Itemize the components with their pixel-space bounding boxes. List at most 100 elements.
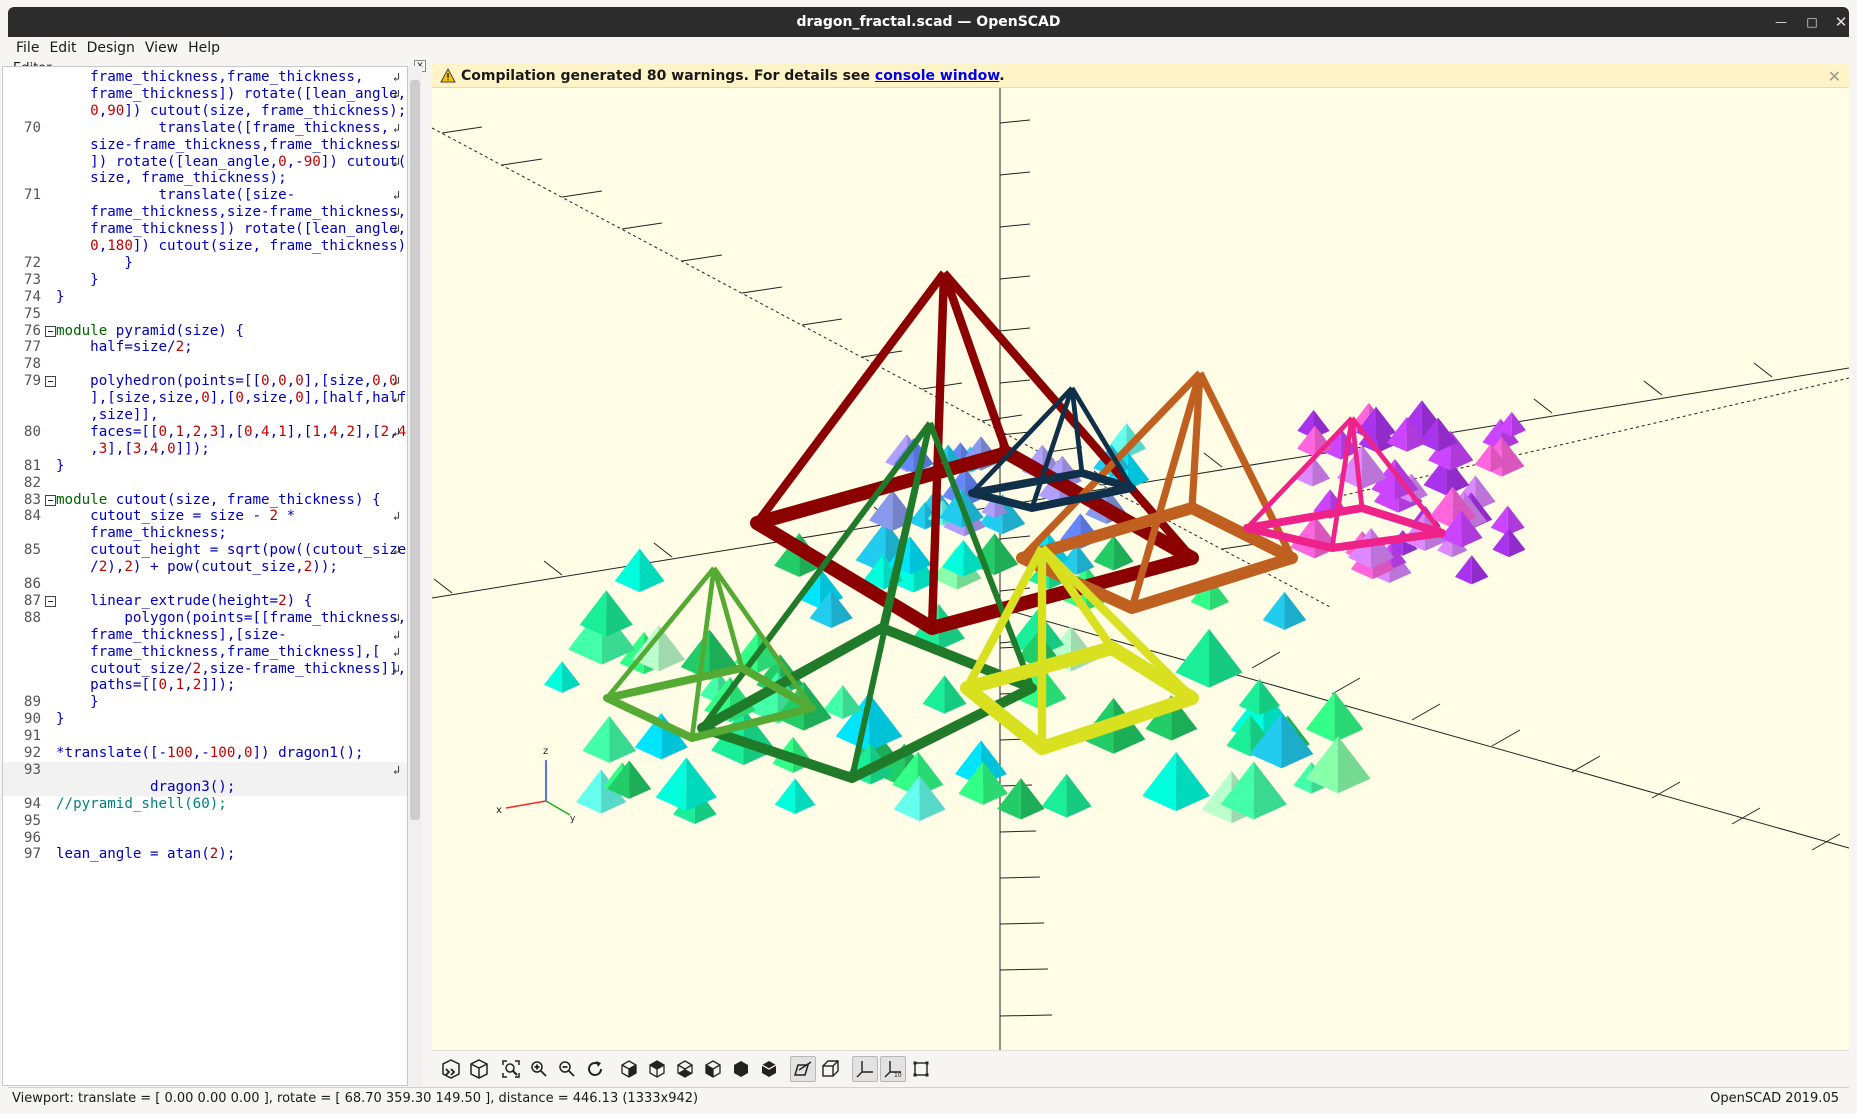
- code-line[interactable]: frame_thickness;: [3, 525, 407, 542]
- code-line[interactable]: 91: [3, 728, 407, 745]
- code-line[interactable]: 82: [3, 475, 407, 492]
- fold-marker-icon[interactable]: [45, 494, 56, 506]
- code-line[interactable]: 72 }: [3, 255, 407, 272]
- view-left-icon[interactable]: [700, 1056, 726, 1082]
- console-window-link[interactable]: console window: [875, 68, 999, 84]
- code-line[interactable]: frame_thickness,frame_thickness, ↲: [3, 69, 407, 86]
- code-line[interactable]: 88 polygon(points=[[frame_thickness, ↲: [3, 609, 407, 627]
- code-line[interactable]: 81}: [3, 458, 407, 475]
- code-line[interactable]: 93 ↲: [3, 761, 407, 779]
- 3d-viewport[interactable]: z x y: [432, 88, 1849, 1050]
- pyramid-face: [1511, 411, 1526, 437]
- code-line[interactable]: 92 *translate([-100,-100,0]) dragon1();: [3, 745, 407, 762]
- view-right-icon[interactable]: [616, 1056, 642, 1082]
- code-line[interactable]: 70 translate([frame_thickness, ↲: [3, 120, 407, 137]
- code-line[interactable]: ,3],[3,4,0]]);: [3, 441, 407, 458]
- editor-scrollbar[interactable]: [408, 66, 422, 1086]
- view-all-icon[interactable]: [498, 1056, 524, 1082]
- code-line[interactable]: 76 module pyramid(size) {: [3, 323, 407, 340]
- code-line[interactable]: 0,180]) cutout(size, frame_thickness);: [3, 238, 407, 255]
- code-line[interactable]: 84 cutout_size = size - 2 * ↲: [3, 508, 407, 525]
- code-line[interactable]: 89 }: [3, 694, 407, 711]
- code-line[interactable]: size-frame_thickness,frame_thickness ↲: [3, 137, 407, 154]
- zoom-in-icon[interactable]: [526, 1056, 552, 1082]
- code-line[interactable]: ]) rotate([lean_angle,0,-90]) cutout(↲: [3, 154, 407, 171]
- code-line[interactable]: ,size]],: [3, 407, 407, 424]
- show-axes-icon[interactable]: [852, 1056, 878, 1082]
- show-scale-markers-icon[interactable]: 10: [880, 1056, 906, 1082]
- code-line[interactable]: 79 polyhedron(points=[[0,0,0],[size,0,0 ↲: [3, 373, 407, 390]
- close-icon[interactable]: ✕: [1826, 7, 1856, 37]
- code-line[interactable]: 86: [3, 576, 407, 593]
- code-line[interactable]: cutout_size/2,size-frame_thickness]], ↲: [3, 661, 407, 678]
- preview-icon[interactable]: [438, 1056, 464, 1082]
- code-line[interactable]: 83 module cutout(size, frame_thickness) {: [3, 492, 407, 509]
- code-line[interactable]: 74}: [3, 289, 407, 306]
- x-scale-tick: [1411, 703, 1441, 721]
- code-text: }: [56, 711, 65, 728]
- code-line[interactable]: 85 cutout_height = sqrt(pow((cutout_size…: [3, 542, 407, 559]
- menu-bar: File Edit Design View Help: [8, 37, 1849, 59]
- code-line[interactable]: /2),2) + pow(cutout_size,2));: [3, 559, 407, 576]
- code-line[interactable]: 97 lean_angle = atan(2);: [3, 846, 407, 863]
- x-scale-tick: [1571, 755, 1601, 773]
- view-front-icon[interactable]: [728, 1056, 754, 1082]
- fold-marker-icon[interactable]: [45, 595, 56, 607]
- code-editor[interactable]: frame_thickness,frame_thickness, ↲ frame_…: [2, 66, 408, 1086]
- code-line[interactable]: frame_thickness],[size- ↲: [3, 627, 407, 644]
- code-line[interactable]: 87 linear_extrude(height=2) {: [3, 593, 407, 610]
- code-line[interactable]: 73 }: [3, 272, 407, 289]
- x-scale-tick: [1331, 677, 1361, 695]
- axis-label-y: y: [570, 814, 576, 824]
- code-line[interactable]: frame_thickness]) rotate([lean_angle, ↲: [3, 86, 407, 103]
- menu-file[interactable]: File: [8, 37, 44, 59]
- code-line[interactable]: 75: [3, 306, 407, 323]
- pyramid-face: [629, 760, 652, 799]
- view-bottom-icon[interactable]: [672, 1056, 698, 1082]
- pyramid-face: [944, 675, 967, 714]
- maximize-icon[interactable]: □: [1797, 7, 1827, 37]
- pyramid-face: [795, 778, 816, 814]
- orthogonal-icon[interactable]: [818, 1056, 844, 1082]
- warning-suffix: .: [999, 68, 1005, 84]
- code-line[interactable]: dragon3();: [3, 778, 407, 796]
- warning-close-icon[interactable]: ✕: [1828, 67, 1841, 86]
- code-line[interactable]: ],[size,size,0],[0,size,0],[half,half ↲: [3, 390, 407, 407]
- zoom-out-icon[interactable]: [554, 1056, 580, 1082]
- fold-marker-icon[interactable]: [45, 376, 56, 388]
- code-text: size, frame_thickness);: [56, 170, 287, 187]
- code-line[interactable]: 77 half=size/2;: [3, 339, 407, 356]
- viewport-scene: z x y: [432, 88, 1849, 1050]
- code-line[interactable]: 94 //pyramid_shell(60);: [3, 796, 407, 813]
- code-line[interactable]: 78: [3, 356, 407, 373]
- menu-edit[interactable]: Edit: [44, 37, 81, 59]
- line-number: 90: [23, 711, 41, 728]
- wrap-indicator-icon: ↲: [393, 137, 401, 152]
- code-line[interactable]: 0,90]) cutout(size, frame_thickness);: [3, 103, 407, 120]
- scrollbar-thumb[interactable]: [410, 80, 420, 820]
- code-line[interactable]: size, frame_thickness);: [3, 170, 407, 187]
- code-line[interactable]: 96: [3, 830, 407, 847]
- fold-marker-icon[interactable]: [45, 325, 56, 337]
- reset-view-icon[interactable]: [582, 1056, 608, 1082]
- perspective-icon[interactable]: [790, 1056, 816, 1082]
- svg-text:10: 10: [894, 1072, 902, 1078]
- line-number: 88: [23, 609, 41, 626]
- x-scale-tick: [801, 318, 843, 326]
- show-edges-icon[interactable]: [908, 1056, 934, 1082]
- code-line[interactable]: 80 faces=[[0,1,2,3],[0,4,1],[1,4,2],[2,4…: [3, 424, 407, 441]
- view-back-icon[interactable]: [756, 1056, 782, 1082]
- code-line[interactable]: 71 translate([size- ↲: [3, 187, 407, 204]
- code-line[interactable]: frame_thickness]) rotate([lean_angle, ↲: [3, 221, 407, 238]
- code-line[interactable]: paths=[[0,1,2]]);: [3, 677, 407, 694]
- menu-help[interactable]: Help: [183, 37, 225, 59]
- menu-view[interactable]: View: [140, 37, 183, 59]
- render-icon[interactable]: [466, 1056, 492, 1082]
- view-top-icon[interactable]: [644, 1056, 670, 1082]
- minimize-icon[interactable]: —: [1766, 7, 1796, 37]
- code-line[interactable]: frame_thickness,size-frame_thickness, ↲: [3, 204, 407, 221]
- menu-design[interactable]: Design: [82, 37, 140, 59]
- code-line[interactable]: frame_thickness,frame_thickness],[↲: [3, 644, 407, 661]
- code-line[interactable]: 95: [3, 813, 407, 830]
- code-line[interactable]: 90}: [3, 711, 407, 728]
